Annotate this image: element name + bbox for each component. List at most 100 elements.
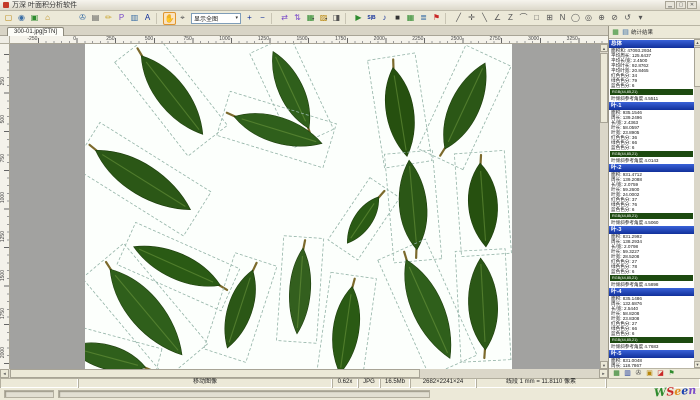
region-grid-icon[interactable]: ⊞ — [543, 12, 556, 25]
section-header[interactable]: 叶-5 — [609, 350, 694, 358]
status-file-format: JPG — [358, 378, 380, 388]
h-ruler-label: 2000 — [355, 36, 385, 42]
split-view-icon[interactable]: ◨ — [330, 12, 343, 25]
h-ruler-label: -250 — [10, 36, 37, 42]
section-header[interactable]: 叶-4 — [609, 288, 694, 296]
leaf-object[interactable] — [204, 253, 277, 363]
circle-tool-icon[interactable]: ◯ — [569, 12, 582, 25]
section-header[interactable]: 叶-3 — [609, 226, 694, 234]
status-file-size: 16.5Mb — [380, 378, 410, 388]
analyze-run-icon[interactable]: ▶ — [352, 12, 365, 25]
exclude-tool-icon[interactable]: ⊘ — [608, 12, 621, 25]
green-grid-icon[interactable]: ▦▾ — [304, 12, 317, 25]
section-header[interactable]: 叶-1 — [609, 102, 694, 110]
results-scroll-up-arrow[interactable]: ▲ — [694, 39, 700, 46]
print-icon[interactable]: ▤ — [89, 12, 102, 25]
arc-tool-icon[interactable]: ⌒ — [517, 12, 530, 25]
export-excel-icon[interactable]: ▦ — [611, 369, 622, 378]
results-scroll-thumb[interactable] — [694, 47, 700, 87]
vertical-scrollbar[interactable]: ▲ ▼ — [600, 44, 608, 369]
workspace-canvas[interactable] — [10, 44, 600, 369]
zoom-in-icon[interactable]: + — [243, 12, 256, 25]
leaf-object[interactable] — [115, 44, 228, 156]
maximize-button[interactable]: ▢ — [676, 1, 686, 9]
scroll-right-arrow[interactable]: ► — [599, 369, 608, 378]
toolbar-separator — [156, 13, 161, 24]
leaf-object[interactable] — [455, 249, 511, 362]
count-tool-icon[interactable]: N — [556, 12, 569, 25]
results-scroll-down-arrow[interactable]: ▼ — [694, 361, 700, 368]
section-header[interactable]: 总体 — [609, 40, 694, 48]
vertical-scroll-thumb[interactable] — [600, 53, 608, 123]
clipboard-icon[interactable]: ▥ — [128, 12, 141, 25]
swap-vertical-icon[interactable]: ⇅ — [291, 12, 304, 25]
marker-icon[interactable]: ♪ — [378, 12, 391, 25]
picker-tool-icon[interactable]: ⌖ — [176, 12, 189, 25]
backslash-tool-icon[interactable]: ╲ — [478, 12, 491, 25]
save-results-icon[interactable]: ✇ — [633, 369, 644, 378]
close-button[interactable]: ✕ — [687, 1, 697, 9]
view-mode-dropdown[interactable]: 显示全图▾ — [191, 13, 241, 24]
pencil-edit-icon[interactable]: ✏ — [102, 12, 115, 25]
tab-image-file[interactable]: 300-01.jpg[5TN] — [7, 27, 64, 36]
camera-capture-icon[interactable]: ◉ — [15, 12, 28, 25]
undo-icon[interactable]: ↺ — [621, 12, 634, 25]
rect-tool-icon[interactable]: □ — [530, 12, 543, 25]
sb-toggle-button[interactable]: S|B — [365, 12, 378, 25]
open-folder-icon[interactable]: ⌂ — [41, 12, 54, 25]
window-title: 万深 叶面积分析软件 — [12, 0, 664, 10]
line-tool-icon[interactable]: ╱ — [452, 12, 465, 25]
results-sheet-icon[interactable]: ▤ — [621, 28, 630, 37]
hatch-grid-icon[interactable]: ▨▾ — [317, 12, 330, 25]
leaf-object[interactable] — [328, 178, 400, 260]
leaf-color-swatch: RGB(44,85,21) — [610, 213, 693, 219]
minimize-button[interactable]: ▁ — [665, 1, 675, 9]
results-scrollbar[interactable]: ▲ ▼ — [694, 39, 700, 368]
swap-horizontal-icon[interactable]: ⇄ — [278, 12, 291, 25]
copy-results-icon[interactable]: ▣ — [644, 369, 655, 378]
hand-pan-tool-icon[interactable]: ✋ — [163, 12, 176, 25]
v-ruler-label: 250 — [0, 77, 6, 85]
flag-palette-icon[interactable]: ⚑ — [430, 12, 443, 25]
h-ruler-label: 0 — [46, 36, 76, 42]
angle-tool-icon[interactable]: ∠ — [491, 12, 504, 25]
leaf-image[interactable] — [85, 44, 512, 369]
leaf-object[interactable] — [217, 91, 337, 167]
chevron-down-icon: ▾ — [325, 16, 327, 21]
zoom-out-icon[interactable]: − — [256, 12, 269, 25]
section-header[interactable]: 叶-2 — [609, 164, 694, 172]
leaf-object[interactable] — [85, 122, 211, 236]
new-image-icon[interactable]: ▢ — [2, 12, 15, 25]
stat-row: 蓝色色分: 6 — [609, 331, 694, 336]
results-list[interactable]: 总体面积和: 47093.2934平均周长: 125.6437平均长/宽: 2.… — [609, 39, 694, 368]
scroll-up-arrow[interactable]: ▲ — [600, 44, 608, 52]
save-icon[interactable]: ✇ — [76, 12, 89, 25]
table-icon[interactable]: ▦ — [404, 12, 417, 25]
zigzag-tool-icon[interactable]: Z — [504, 12, 517, 25]
more-tools-icon[interactable]: ▾ — [634, 12, 647, 25]
results-flag-icon[interactable]: ⚑ — [666, 369, 677, 378]
list-icon[interactable]: ≣ — [417, 12, 430, 25]
export-table-icon[interactable]: ▥ — [622, 369, 633, 378]
p-tool-icon[interactable]: P — [115, 12, 128, 25]
target-tool-icon[interactable]: ⊕ — [595, 12, 608, 25]
results-grid-icon[interactable]: ▦ — [611, 28, 620, 37]
monitor-icon[interactable]: ▣ — [28, 12, 41, 25]
toolbar-separator — [445, 13, 450, 24]
scroll-left-arrow[interactable]: ◄ — [0, 369, 9, 378]
fill-swatch-icon[interactable]: ■ — [391, 12, 404, 25]
leaf-object[interactable] — [316, 272, 376, 369]
ring-tool-icon[interactable]: ◎ — [582, 12, 595, 25]
cross-tool-icon[interactable]: ✛ — [465, 12, 478, 25]
horizontal-scrollbar[interactable]: ◄ ► — [0, 369, 608, 378]
leaf-object[interactable] — [454, 150, 511, 256]
horizontal-scroll-thumb[interactable] — [10, 369, 420, 378]
leaf-object[interactable] — [276, 236, 323, 344]
leaf-color-swatch: RGB(44,85,21) — [610, 151, 693, 157]
text-tool-icon[interactable]: A — [141, 12, 154, 25]
results-panel-label: 统计结果 — [631, 28, 653, 36]
scroll-down-arrow[interactable]: ▼ — [600, 361, 608, 369]
v-ruler-major-ticks — [4, 54, 9, 369]
results-chart-icon[interactable]: ◪ — [655, 369, 666, 378]
leaf-object[interactable] — [378, 239, 477, 369]
